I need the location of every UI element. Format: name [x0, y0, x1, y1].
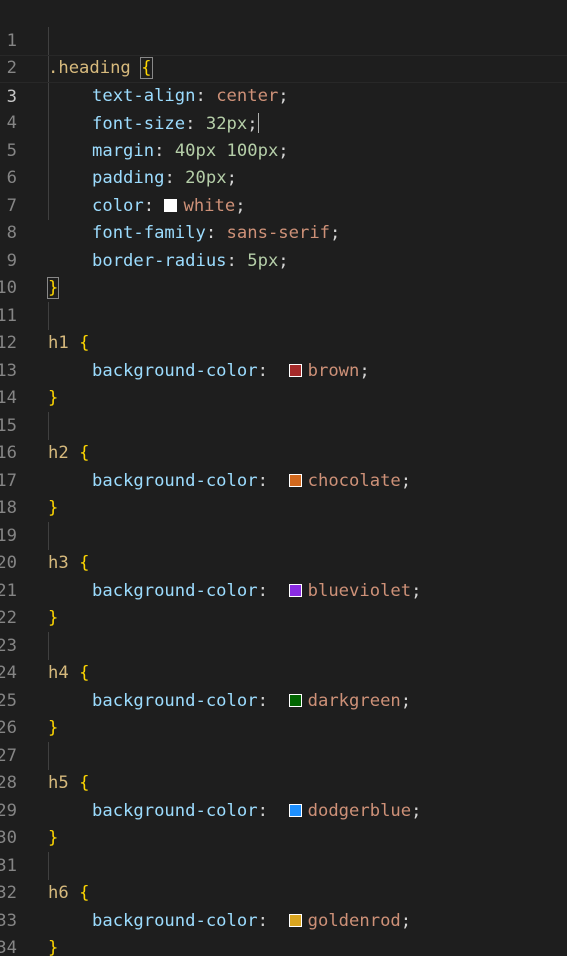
code-line[interactable]: 2 text-align: center; — [0, 28, 567, 106]
code-line[interactable]: 6 color: white; — [0, 138, 567, 216]
code-line[interactable]: 11 h1 { — [0, 275, 567, 354]
code-line[interactable]: 34 — [0, 908, 567, 956]
code-line[interactable]: 14 — [0, 358, 567, 408]
code-line[interactable]: 31 h6 { — [0, 825, 567, 904]
code-line[interactable]: 7 font-family: sans-serif; — [0, 165, 567, 244]
code-line[interactable]: 12 background-color: brown; — [0, 303, 567, 381]
code-line-active[interactable]: 3 font-size: 32px; — [0, 55, 567, 134]
code-line[interactable]: 28 background-color: dodgerblue; — [0, 743, 567, 821]
code-line[interactable]: 9 } — [0, 220, 567, 299]
code-line[interactable]: 5 padding: 20px; — [0, 110, 567, 189]
code-line[interactable]: 33 } — [0, 880, 567, 956]
code-line[interactable]: 15 h2 { — [0, 385, 567, 464]
code-line[interactable]: 32 background-color: goldenrod; — [0, 853, 567, 931]
code-line[interactable]: 23 h4 { — [0, 605, 567, 684]
code-line[interactable]: 8 border-radius: 5px; — [0, 193, 567, 271]
code-line[interactable]: 19 h3 { — [0, 495, 567, 574]
code-line[interactable]: 24 background-color: darkgreen; — [0, 633, 567, 711]
code-line[interactable]: 22 — [0, 578, 567, 628]
code-line[interactable]: 4 margin: 40px 100px; — [0, 83, 567, 161]
code-line[interactable]: 18 — [0, 468, 567, 518]
code-line[interactable]: 26 — [0, 688, 567, 738]
code-line[interactable]: 27 h5 { — [0, 715, 567, 794]
code-line[interactable]: 35 — [0, 935, 567, 956]
code-line[interactable]: 17 } — [0, 440, 567, 519]
code-line[interactable]: 25 } — [0, 660, 567, 739]
code-line[interactable]: 16 background-color: chocolate; — [0, 413, 567, 491]
code-line[interactable]: 21 } — [0, 550, 567, 629]
code-line[interactable]: 10 — [0, 248, 567, 298]
code-editor[interactable]: 1 .heading { 2 text-align: center; 3 fon… — [0, 0, 567, 956]
code-line[interactable]: 30 — [0, 798, 567, 848]
code-line[interactable]: 13 } — [0, 330, 567, 409]
code-line[interactable]: 29 } — [0, 770, 567, 849]
code-line[interactable]: 1 .heading { — [0, 0, 567, 79]
code-line[interactable]: 20 background-color: blueviolet; — [0, 523, 567, 601]
